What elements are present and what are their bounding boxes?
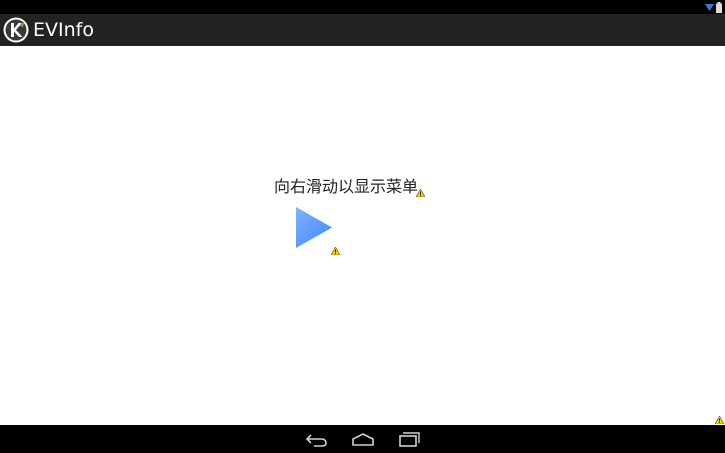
action-bar: EVInfo [0, 14, 725, 46]
warning-icon [331, 247, 340, 255]
app-title: EVInfo [33, 19, 94, 41]
main-content[interactable]: 向右滑动以显示菜单 [0, 46, 725, 425]
recents-icon[interactable] [395, 431, 421, 447]
warning-icon [715, 416, 724, 424]
warning-icon [416, 189, 425, 197]
app-logo-icon[interactable] [3, 17, 29, 43]
home-icon[interactable] [350, 431, 376, 447]
play-arrow-icon[interactable] [296, 207, 332, 248]
navigation-bar [0, 425, 725, 453]
status-icons [705, 1, 722, 13]
status-bar [0, 0, 725, 14]
battery-icon [716, 1, 722, 13]
screen: EVInfo 向右滑动以显示菜单 [0, 0, 725, 453]
swipe-hint-text: 向右滑动以显示菜单 [274, 177, 419, 196]
back-icon[interactable] [304, 431, 330, 447]
wifi-icon [705, 4, 714, 11]
